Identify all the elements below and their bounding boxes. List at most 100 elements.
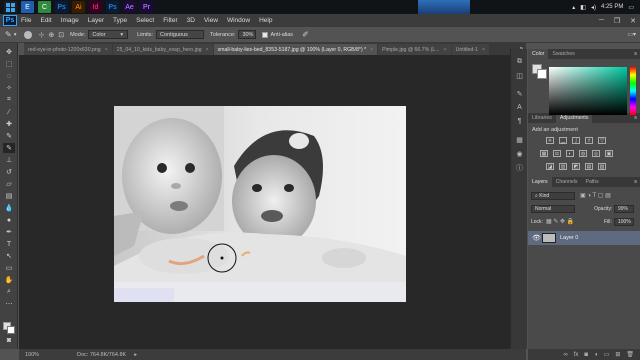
pen-pressure-icon[interactable]: ✐ [302,30,309,39]
doc-size[interactable]: Doc: 764.8K/764.8K [77,352,126,358]
brush-size-preview[interactable] [24,30,33,39]
taskbar-app-illustrator[interactable]: Ai [72,1,85,13]
tab-swatches[interactable]: Swatches [548,49,579,59]
lock-icons[interactable]: ▦ ✎ ✥ 🔒 [546,218,574,225]
sampling-background-icon[interactable]: ⊡ [58,31,64,39]
zoom-tool-icon[interactable]: ⌕ [3,287,15,297]
zoom-level[interactable]: 100% [25,352,65,358]
tolerance-field[interactable]: 30% [238,30,257,39]
minimize-icon[interactable]: ─ [599,17,604,24]
limits-select[interactable]: Contiguous [156,30,205,39]
brightness-contrast-icon[interactable]: ☀ [546,137,554,144]
tab-close-icon[interactable]: × [444,47,447,53]
layer-row[interactable]: 👁 Layer 0 [528,231,640,245]
history-panel-icon[interactable]: ⧉ [514,57,525,66]
color-lookup-icon[interactable]: ▣ [605,150,613,157]
brush-panel-icon[interactable]: ✎ [514,89,525,98]
windows-start-icon[interactable] [4,1,17,13]
tab-pimple[interactable]: Pimple.jpg @ 66.7% (L... × [378,44,451,55]
menu-window[interactable]: Window [227,17,250,24]
blur-tool-icon[interactable]: 💧 [3,203,15,213]
selective-color-icon[interactable]: ▧ [598,163,606,170]
background-color-swatch[interactable] [7,326,15,334]
opacity-field[interactable]: 99% [614,205,634,213]
levels-icon[interactable]: ▁ [559,137,567,144]
menu-image[interactable]: Image [61,17,79,24]
document-image[interactable] [114,106,406,302]
type-tool-icon[interactable]: T [3,239,15,249]
invert-icon[interactable]: ◪ [546,163,554,170]
lasso-tool-icon[interactable]: ◌ [3,71,15,81]
gradient-tool-icon[interactable]: ▤ [3,191,15,201]
tab-color[interactable]: Color [528,49,549,59]
clock-time[interactable]: 4:25 PM [601,4,623,10]
panel-menu-icon[interactable]: ≡ [634,179,637,185]
tab-small-baby-active[interactable]: small-baby-lies-bed_8353-5187.jpg @ 100%… [213,44,378,55]
workspace-switcher-icon[interactable]: ▭▾ [627,31,636,38]
posterize-icon[interactable]: ▥ [559,163,567,170]
notification-icon[interactable]: ▭ [628,4,634,11]
visibility-eye-icon[interactable]: 👁 [532,234,541,242]
taskbar-app-indesign[interactable]: Id [89,1,102,13]
link-layers-icon[interactable]: ∞ [563,352,567,358]
curves-icon[interactable]: ∫ [572,137,580,144]
taskbar-app-chrome[interactable]: C [38,1,51,13]
sampling-continuous-icon[interactable]: ⊹ [38,31,44,39]
new-group-icon[interactable]: ▭ [604,351,610,358]
crop-tool-icon[interactable]: ⌗ [3,95,15,105]
menu-select[interactable]: Select [136,17,154,24]
dodge-tool-icon[interactable]: ● [3,215,15,225]
antialias-checkbox[interactable] [262,31,269,38]
menu-filter[interactable]: Filter [163,17,177,24]
taskbar-app-photoshop[interactable]: Ps [55,1,68,13]
paragraph-panel-icon[interactable]: ¶ [514,117,525,126]
tray-arrow-icon[interactable]: ▴ [572,4,575,11]
exposure-icon[interactable]: ± [585,137,593,144]
hand-tool-icon[interactable]: ✋ [3,275,15,285]
tab-untitled[interactable]: Untitled-1 × [451,44,489,55]
brush-tool-icon[interactable]: ✎ [3,131,15,141]
tool-preset-dropdown-icon[interactable]: ▾ [14,32,17,38]
panel-menu-icon[interactable]: ≡ [634,51,637,57]
swatches-panel-icon[interactable]: ▦ [514,135,525,144]
tab-channels[interactable]: Channels [552,177,582,187]
close-icon[interactable]: ✕ [630,17,636,25]
properties-panel-icon[interactable]: ◫ [514,71,525,80]
gradient-map-icon[interactable]: ▤ [585,163,593,170]
panel-menu-icon[interactable]: ≡ [634,115,637,121]
menu-layer[interactable]: Layer [88,17,104,24]
tab-close-icon[interactable]: × [105,47,108,53]
blend-mode-select[interactable]: Normal [531,205,575,213]
character-panel-icon[interactable]: A [514,103,525,112]
tab-kids-baby[interactable]: 25_04_10_kids_baby_essp_hero.jpg × [112,44,213,55]
layer-filter-icons[interactable]: ▣ ◑ T ▢ ▤ [580,192,611,199]
add-mask-icon[interactable]: ◙ [584,352,588,358]
tab-close-icon[interactable]: × [482,47,485,53]
menu-view[interactable]: View [204,17,218,24]
channel-mixer-icon[interactable]: ◎ [592,150,600,157]
tab-close-icon[interactable]: × [370,47,373,53]
eraser-tool-icon[interactable]: ▱ [3,179,15,189]
color-replacement-tool-icon[interactable]: ✎ [3,143,15,153]
tab-layers[interactable]: Layers [528,177,552,187]
styles-panel-icon[interactable]: ◉ [514,149,525,158]
menu-help[interactable]: Help [259,17,272,24]
status-menu-icon[interactable]: ▸ [134,352,137,358]
color-balance-icon[interactable]: ⚖ [553,150,561,157]
tab-red-eye[interactable]: red-eye-in-photo-1200x630.png × [24,44,112,55]
fill-field[interactable]: 100% [614,218,634,226]
taskbar-app-premiere[interactable]: Pr [140,1,153,13]
quick-select-tool-icon[interactable]: ✧ [3,83,15,93]
sampling-once-icon[interactable]: ⊕ [48,31,54,39]
menu-3d[interactable]: 3D [187,17,195,24]
background-color-chip[interactable] [537,69,547,79]
vibrance-icon[interactable]: ▽ [598,137,606,144]
tab-close-icon[interactable]: × [206,47,209,53]
menu-edit[interactable]: Edit [40,17,51,24]
maximize-icon[interactable]: ❐ [614,17,620,25]
threshold-icon[interactable]: ◩ [572,163,580,170]
color-replacement-tool-icon[interactable]: ✎ [5,30,12,39]
new-layer-icon[interactable]: ⊞ [615,351,620,358]
quick-mask-icon[interactable]: ◙ [3,335,15,345]
history-brush-tool-icon[interactable]: ↺ [3,167,15,177]
